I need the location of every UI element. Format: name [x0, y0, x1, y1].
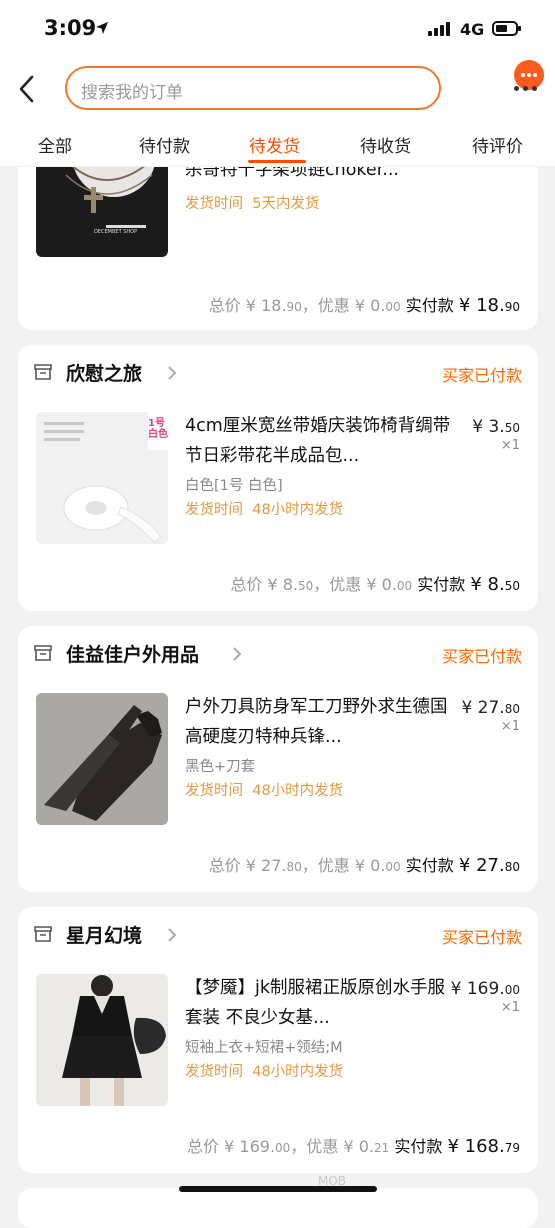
order-totals: 总价 ¥ 18.90，优惠 ¥ 0.00 实付款 ¥ 18.90: [208, 295, 520, 316]
store-icon: [34, 926, 52, 942]
order-card[interactable]: 佳益佳户外用品 买家已付款 户外刀具防身军工刀野外求生德国高硬度刃特种兵锋...…: [18, 626, 538, 892]
tab-pending-payment[interactable]: 待付款: [139, 132, 190, 157]
battery-icon: [492, 21, 521, 36]
product-variant: 白色[1号 白色]: [185, 478, 283, 494]
order-card[interactable]: [18, 1188, 538, 1228]
status-bar: 3:09 4G: [0, 0, 555, 58]
shop-header[interactable]: 欣慰之旅 买家已付款: [18, 345, 538, 401]
product-title[interactable]: 4cm厘米宽丝带婚庆装饰椅背绸带节日彩带花半成品包...: [185, 411, 457, 471]
product-title[interactable]: 户外刀具防身军工刀野外求生德国高硬度刃特种兵锋...: [185, 692, 457, 752]
tab-pending-shipment[interactable]: 待发货: [249, 132, 300, 157]
more-options-icon[interactable]: [514, 60, 544, 90]
shipping-time: 发货时间 48小时内发货: [185, 1064, 344, 1080]
order-card[interactable]: DECEMBET SHOP 杀哥特十字架项链choker... 发货时间 5天内…: [18, 140, 538, 330]
shipping-time: 发货时间 48小时内发货: [185, 783, 344, 799]
search-input[interactable]: 搜索我的订单: [65, 66, 441, 110]
active-tab-indicator: [248, 160, 306, 163]
chevron-right-icon: [168, 366, 177, 380]
product-image: [36, 974, 168, 1106]
header: 搜索我的订单: [0, 58, 555, 120]
shop-name[interactable]: 佳益佳户外用品: [66, 640, 199, 667]
shop-name[interactable]: 星月幻境: [66, 921, 142, 948]
tab-pending-receipt[interactable]: 待收货: [360, 132, 411, 157]
home-indicator[interactable]: [179, 1186, 377, 1192]
product-image: [36, 693, 168, 825]
order-status: 买家已付款: [441, 366, 522, 385]
status-time: 3:09: [44, 16, 97, 40]
quantity: ×1: [500, 1000, 520, 1015]
unit-price: ¥ 27.80: [461, 698, 520, 718]
quantity: ×1: [500, 719, 520, 734]
thumb-shop-label: DECEMBET SHOP: [94, 229, 138, 235]
shop-header[interactable]: 佳益佳户外用品 买家已付款: [18, 626, 538, 682]
tab-all[interactable]: 全部: [38, 132, 72, 157]
shop-name[interactable]: 欣慰之旅: [66, 359, 142, 386]
order-status: 买家已付款: [441, 647, 522, 666]
order-card[interactable]: 欣慰之旅 买家已付款 1号 白色 4cm厘米宽丝带婚庆装饰椅背绸带节日彩带花半成…: [18, 345, 538, 611]
order-totals: 总价 ¥ 8.50，优惠 ¥ 0.00 实付款 ¥ 8.50: [230, 574, 520, 595]
back-arrow-icon[interactable]: [16, 74, 40, 104]
store-icon: [34, 645, 52, 661]
thumb-badge: 1号 白色: [148, 418, 168, 440]
order-totals: 总价 ¥ 169.00，优惠 ¥ 0.21 实付款 ¥ 168.79: [187, 1136, 520, 1157]
shipping-time: 发货时间 48小时内发货: [185, 502, 344, 518]
product-thumbnail[interactable]: [36, 693, 168, 825]
quantity: ×1: [500, 438, 520, 453]
tab-pending-review[interactable]: 待评价: [472, 132, 523, 157]
network-type: 4G: [460, 20, 485, 39]
product-thumbnail[interactable]: [36, 974, 168, 1106]
order-tabs: 全部 待付款 待发货 待收货 待评价: [0, 120, 555, 167]
shipping-time: 发货时间 5天内发货: [185, 196, 320, 212]
product-title[interactable]: 杀哥特十字架项链choker...: [185, 164, 457, 194]
chevron-right-icon: [233, 647, 242, 661]
search-placeholder: 搜索我的订单: [81, 83, 183, 103]
product-variant: 黑色+刀套: [185, 759, 256, 775]
order-card[interactable]: 星月幻境 买家已付款 【梦魇】jk制服裙正版原创水手服套装 不良少女基... 短…: [18, 907, 538, 1173]
chevron-right-icon: [168, 928, 177, 942]
store-icon: [34, 364, 52, 380]
order-totals: 总价 ¥ 27.80，优惠 ¥ 0.00 实付款 ¥ 27.80: [208, 855, 520, 876]
product-variant: 短袖上衣+短裙+领结;M: [185, 1040, 343, 1056]
shop-header[interactable]: 星月幻境 买家已付款: [18, 907, 538, 963]
order-status: 买家已付款: [441, 928, 522, 947]
product-title[interactable]: 【梦魇】jk制服裙正版原创水手服套装 不良少女基...: [185, 973, 457, 1033]
unit-price: ¥ 169.00: [450, 979, 520, 999]
unit-price: ¥ 3.50: [472, 417, 520, 437]
product-thumbnail[interactable]: 1号 白色: [36, 412, 168, 544]
location-arrow-icon: [96, 22, 108, 34]
